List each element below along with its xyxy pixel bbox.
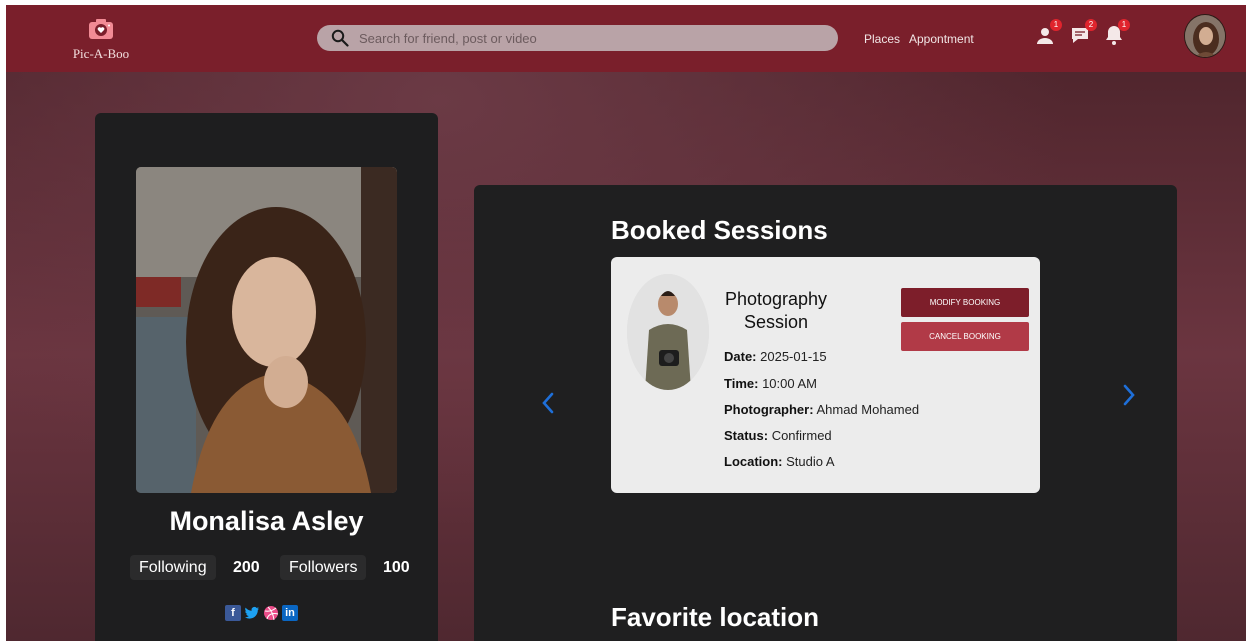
- modify-booking-button[interactable]: Modify Booking: [901, 288, 1029, 317]
- notifications-button[interactable]: 1: [1102, 19, 1130, 47]
- session-card: Photography Session Date: 2025-01-15 Tim…: [611, 257, 1040, 493]
- followers-count: 100: [383, 559, 410, 576]
- carousel-prev-button[interactable]: [538, 389, 558, 417]
- app-frame: Pic-A-Boo Places Appontment 1 2: [6, 5, 1246, 641]
- profile-photo: [136, 167, 397, 493]
- photographer-label: Photographer:: [724, 402, 814, 417]
- friend-requests-button[interactable]: 1: [1034, 19, 1062, 47]
- user-avatar[interactable]: [1184, 14, 1226, 58]
- following-count: 200: [233, 559, 260, 576]
- date-value: 2025-01-15: [760, 349, 827, 364]
- carousel-next-button[interactable]: [1119, 381, 1139, 409]
- avatar-image: [1185, 15, 1225, 57]
- logo-text: Pic-A-Boo: [72, 46, 130, 61]
- search-icon: [331, 29, 349, 47]
- status-label: Status:: [724, 428, 769, 443]
- logo[interactable]: Pic-A-Boo: [61, 17, 141, 62]
- session-title: Photography Session: [724, 289, 828, 332]
- date-label: Date:: [724, 349, 757, 364]
- top-header: Pic-A-Boo Places Appontment 1 2: [6, 5, 1246, 72]
- messages-badge: 2: [1085, 19, 1097, 31]
- messages-button[interactable]: 2: [1069, 19, 1097, 47]
- status-value: Confirmed: [771, 428, 832, 443]
- profile-card: Monalisa Asley Following 200 Followers 1…: [95, 113, 438, 641]
- profile-photo-image: [136, 167, 397, 493]
- time-label: Time:: [724, 376, 759, 391]
- location-value: Studio A: [786, 454, 835, 469]
- session-date: Date: 2025-01-15: [724, 349, 827, 364]
- session-time: Time: 10:00 AM: [724, 376, 817, 391]
- photographer-value: Ahmad Mohamed: [816, 402, 920, 417]
- facebook-icon[interactable]: f: [225, 605, 241, 621]
- search-bar[interactable]: [317, 25, 838, 51]
- location-label: Location:: [724, 454, 783, 469]
- cancel-booking-button[interactable]: Cancel Booking: [901, 322, 1029, 351]
- chevron-left-icon: [542, 392, 554, 414]
- friend-requests-badge: 1: [1050, 19, 1062, 31]
- camera-logo-icon: [89, 19, 113, 39]
- nav-places[interactable]: Places: [864, 32, 900, 46]
- notifications-badge: 1: [1118, 19, 1130, 31]
- session-status: Status: Confirmed: [724, 428, 832, 443]
- booked-sessions-heading: Booked Sessions: [611, 215, 828, 245]
- sessions-panel: Booked Sessions Photography Session Date…: [474, 185, 1177, 641]
- nav-appointment[interactable]: Appontment: [909, 32, 974, 46]
- session-location: Location: Studio A: [724, 454, 835, 469]
- chevron-right-icon: [1123, 384, 1135, 406]
- session-photographer: Photographer: Ahmad Mohamed: [724, 402, 919, 417]
- social-links: f in: [225, 605, 298, 621]
- linkedin-icon[interactable]: in: [282, 605, 298, 621]
- following-label[interactable]: Following: [130, 555, 216, 580]
- twitter-icon[interactable]: [244, 605, 260, 621]
- photographer-image: [627, 274, 709, 390]
- dribbble-icon[interactable]: [263, 605, 279, 621]
- followers-label[interactable]: Followers: [280, 555, 367, 580]
- favorite-location-heading: Favorite location: [611, 602, 820, 632]
- time-value: 10:00 AM: [762, 376, 817, 391]
- search-input[interactable]: [359, 30, 819, 46]
- photographer-photo: [627, 274, 709, 390]
- profile-name: Monalisa Asley: [169, 506, 364, 536]
